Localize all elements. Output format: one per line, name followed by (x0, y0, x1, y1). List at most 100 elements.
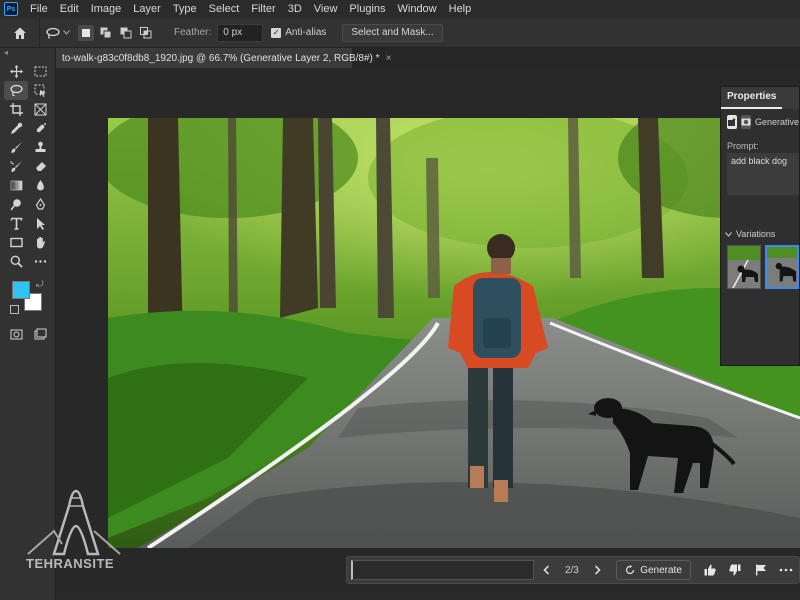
variation-counter: 2/3 (564, 564, 579, 576)
add-selection-button[interactable] (98, 25, 114, 41)
collapse-toolbar-icon[interactable]: ◂ (0, 48, 55, 62)
eyedropper-tool[interactable] (4, 119, 28, 138)
gradient-tool[interactable] (4, 176, 28, 195)
screen-mode-button[interactable] (28, 325, 52, 344)
brush-icon (10, 142, 22, 153)
antialias-label: Anti-alias (285, 27, 327, 38)
menu-image[interactable]: Image (85, 0, 128, 18)
watermark-text: TEHRANSITE (26, 556, 115, 571)
brush-tool[interactable] (4, 138, 28, 157)
checkmark-icon: ✓ (272, 28, 280, 37)
menu-filter[interactable]: Filter (245, 0, 281, 18)
photoshop-logo-icon: Ps (4, 2, 18, 16)
properties-panel: Properties Generative Prompt: add black … (720, 86, 800, 366)
generative-prompt-input[interactable] (351, 560, 534, 580)
default-colors-icon[interactable] (10, 305, 19, 314)
subtract-selection-button[interactable] (118, 25, 134, 41)
prompt-field[interactable]: add black dog (727, 153, 799, 195)
history-brush-tool[interactable] (4, 157, 28, 176)
feather-input[interactable]: 0 px (217, 23, 264, 42)
menu-window[interactable]: Window (392, 0, 443, 18)
menu-view[interactable]: View (308, 0, 344, 18)
menu-help[interactable]: Help (443, 0, 478, 18)
variations-thumbnails (727, 245, 799, 289)
generate-button[interactable]: Generate (616, 560, 691, 580)
swap-colors-icon[interactable]: ⤾ (36, 279, 44, 290)
thumbs-up-button[interactable] (697, 556, 723, 584)
pen-tool[interactable] (28, 195, 52, 214)
variations-label: Variations (736, 229, 776, 239)
intersect-selection-button[interactable] (138, 25, 154, 41)
dodge-tool[interactable] (4, 195, 28, 214)
home-button[interactable] (0, 17, 40, 48)
select-and-mask-button[interactable]: Select and Mask... (342, 23, 443, 42)
frame-tool[interactable] (28, 100, 52, 119)
type-icon (10, 217, 22, 230)
spot-heal-icon (36, 123, 46, 133)
generative-layer-button[interactable] (727, 115, 737, 129)
move-tool[interactable] (4, 62, 28, 81)
mask-icon (741, 118, 751, 126)
menu-3d[interactable]: 3D (282, 0, 308, 18)
layer-mask-button[interactable] (741, 115, 751, 129)
new-selection-button[interactable] (78, 24, 94, 41)
canvas-area (56, 68, 800, 600)
path-selection-tool[interactable] (28, 214, 52, 233)
properties-tab[interactable]: Properties (721, 87, 783, 109)
lasso-tool[interactable] (4, 81, 28, 100)
menu-layer[interactable]: Layer (127, 0, 167, 18)
menu-bar: Ps File Edit Image Layer Type Select Fil… (0, 0, 800, 18)
chevron-down-icon (725, 231, 732, 237)
object-select-tool[interactable] (28, 81, 52, 100)
chevron-down-icon (63, 30, 70, 35)
previous-variation-button[interactable] (534, 556, 560, 584)
variations-header[interactable]: Variations (721, 227, 799, 241)
document-canvas[interactable] (108, 118, 800, 548)
intersect-selection-icon (140, 26, 152, 38)
antialias-checkbox[interactable]: ✓ (271, 27, 282, 38)
zoom-tool[interactable] (4, 252, 28, 271)
foreground-color-swatch[interactable] (12, 281, 30, 299)
generate-label: Generate (640, 564, 682, 576)
regenerate-icon (626, 565, 635, 575)
more-tools-button[interactable] (28, 252, 52, 271)
thumbs-down-button[interactable] (722, 556, 748, 584)
eraser-tool[interactable] (28, 157, 52, 176)
menu-select[interactable]: Select (203, 0, 246, 18)
document-tab-bar: to-walk-g83c0f8db8_1920.jpg @ 66.7% (Gen… (56, 48, 800, 68)
menu-plugins[interactable]: Plugins (343, 0, 391, 18)
crop-tool[interactable] (4, 100, 28, 119)
add-selection-icon (100, 27, 112, 38)
blur-icon (36, 180, 44, 191)
quick-mask-icon (10, 329, 22, 340)
more-options-button[interactable] (773, 556, 799, 584)
lasso-preset-button[interactable] (40, 18, 76, 48)
quick-mask-button[interactable] (4, 325, 28, 344)
next-variation-button[interactable] (585, 556, 611, 584)
menu-type[interactable]: Type (167, 0, 203, 18)
marquee-tool[interactable] (28, 62, 52, 81)
layer-name: Generative (755, 117, 800, 127)
variation-thumbnail-selected[interactable] (764, 245, 799, 289)
blur-tool[interactable] (28, 176, 52, 195)
lasso-icon (9, 84, 23, 97)
color-swatches: ⤾ (8, 279, 55, 319)
document-title: to-walk-g83c0f8db8_1920.jpg @ 66.7% (Gen… (62, 52, 380, 64)
hand-tool[interactable] (28, 233, 52, 252)
document-tab[interactable]: to-walk-g83c0f8db8_1920.jpg @ 66.7% (Gen… (56, 48, 391, 68)
close-icon[interactable]: × (386, 53, 392, 64)
menu-edit[interactable]: Edit (54, 0, 85, 18)
feather-label: Feather: (174, 27, 212, 38)
type-tool[interactable] (4, 214, 28, 233)
clone-stamp-tool[interactable] (28, 138, 52, 157)
rectangle-tool[interactable] (4, 233, 28, 252)
more-icon (779, 568, 793, 572)
spot-healing-tool[interactable] (28, 119, 52, 138)
dodge-icon (9, 199, 21, 211)
menu-file[interactable]: File (24, 0, 54, 18)
frame-icon (34, 103, 46, 116)
home-icon (13, 27, 26, 39)
variation-thumbnail[interactable] (727, 245, 761, 289)
report-button[interactable] (748, 556, 774, 584)
forest-road-photo (108, 118, 800, 548)
